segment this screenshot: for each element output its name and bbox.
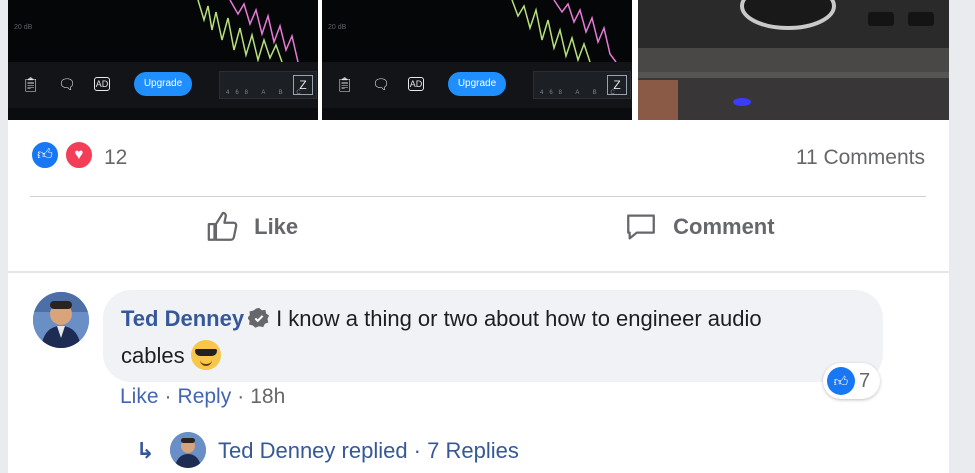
- verified-badge-icon: [247, 307, 270, 334]
- profile-photo: [33, 292, 89, 348]
- ad-icon[interactable]: AD: [408, 77, 424, 91]
- clipboard-icon[interactable]: 📋︎: [336, 76, 354, 92]
- upgrade-button[interactable]: Upgrade: [448, 72, 506, 96]
- app-bottom-bar: [322, 108, 632, 120]
- thumbs-up-icon: [207, 211, 238, 241]
- avatar[interactable]: [33, 292, 89, 348]
- comment-bubble-icon: [627, 214, 655, 240]
- weighting-key[interactable]: Z: [607, 75, 627, 95]
- chat-icon[interactable]: 🗨︎: [372, 76, 390, 92]
- level-meter: 468 A B C Z: [219, 71, 317, 99]
- post-card: 20 dB 📋︎ 🗨︎ AD Upgrade 468 A B C Z 20 dB…: [8, 0, 949, 473]
- comment-button-label: Comment: [673, 214, 775, 239]
- db-scale-label: 20 dB: [14, 24, 33, 31]
- comment-timestamp[interactable]: 18h: [250, 385, 285, 408]
- comment-reaction-count: 7: [859, 369, 871, 392]
- like-button-label: Like: [254, 214, 299, 239]
- post-media-strip: 20 dB 📋︎ 🗨︎ AD Upgrade 468 A B C Z 20 dB…: [8, 0, 949, 120]
- clipboard-icon[interactable]: 📋︎: [22, 76, 40, 92]
- db-scale-label: 20 dB: [328, 24, 347, 31]
- app-toolbar: 📋︎ 🗨︎ AD Upgrade 468 A B C Z: [8, 62, 318, 108]
- profile-photo: [170, 432, 206, 468]
- comment-reaction-badge[interactable]: 👍︎ 7: [823, 363, 881, 399]
- comment-like-link[interactable]: Like: [120, 385, 159, 408]
- comment-button[interactable]: Comment: [623, 210, 775, 262]
- like-reaction-icon: 👍︎: [827, 367, 855, 395]
- comments-section-separator: [8, 271, 949, 273]
- divider: [30, 196, 926, 197]
- media-tile-spectrum-app-1[interactable]: 20 dB 📋︎ 🗨︎ AD Upgrade 468 A B C Z: [8, 0, 318, 120]
- comment-text-line-2: cables: [121, 343, 185, 368]
- reply-arrow-icon: ↳: [136, 438, 155, 463]
- media-tile-stereo-photo[interactable]: [638, 0, 949, 120]
- reaction-count[interactable]: 12: [104, 146, 127, 170]
- meta-separator: ·: [164, 385, 172, 408]
- sunglasses-emoji-icon: [190, 340, 221, 370]
- replies-summary: Ted Denney replied · 7 Replies: [218, 438, 519, 463]
- upgrade-button[interactable]: Upgrade: [134, 72, 192, 96]
- spectrum-plot: [197, 0, 299, 62]
- avatar: [170, 432, 206, 468]
- spectrum-plot: [511, 0, 617, 62]
- chat-icon[interactable]: 🗨︎: [58, 76, 76, 92]
- comments-count-link[interactable]: 11 Comments: [796, 146, 925, 170]
- like-reaction-icon[interactable]: 👍︎: [30, 140, 60, 170]
- comment-author-link[interactable]: Ted Denney: [121, 306, 244, 331]
- stereo-photo: [638, 0, 949, 120]
- media-tile-spectrum-app-2[interactable]: 20 dB 📋︎ 🗨︎ AD Upgrade 468 A B C Z: [322, 0, 632, 120]
- love-reaction-icon[interactable]: ♥: [64, 140, 94, 170]
- weighting-key[interactable]: Z: [293, 75, 313, 95]
- level-meter: 468 A B C Z: [533, 71, 631, 99]
- comment-text-line-1: I know a thing or two about how to engin…: [276, 306, 762, 331]
- meta-separator: ·: [237, 385, 245, 408]
- reactions-summary: 👍︎ ♥ 12 11 Comments: [8, 138, 949, 178]
- like-button[interactable]: Like: [206, 210, 298, 262]
- comment-actions: Like · Reply · 18h: [120, 385, 291, 409]
- ad-icon[interactable]: AD: [94, 77, 110, 91]
- comment-bubble: Ted Denney I know a thing or two about ho…: [103, 290, 883, 382]
- app-toolbar: 📋︎ 🗨︎ AD Upgrade 468 A B C Z: [322, 62, 632, 108]
- app-bottom-bar: [8, 108, 318, 120]
- comment-reply-link[interactable]: Reply: [178, 385, 232, 408]
